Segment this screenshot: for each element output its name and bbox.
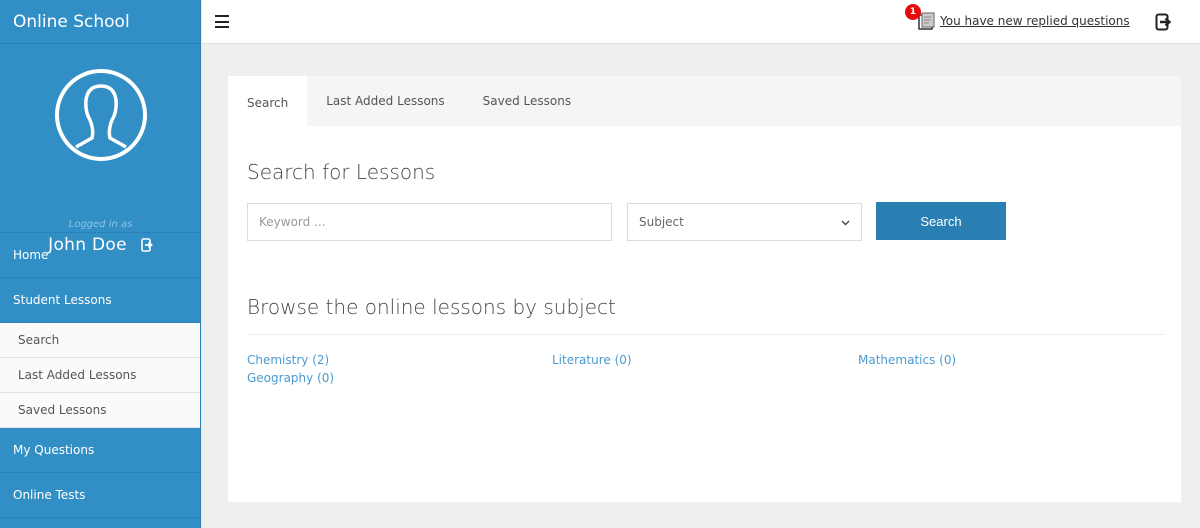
notification-badge: 1: [905, 4, 921, 20]
username: John Doe: [48, 235, 127, 255]
sidebar-item-my-questions[interactable]: My Questions: [0, 428, 200, 473]
sidebar-item-label: Online Tests: [13, 488, 86, 502]
sidebar-item-label: Search: [18, 333, 60, 347]
subject-link-geography[interactable]: Geography (0): [247, 370, 552, 386]
sidebar-item-label: Saved Lessons: [18, 403, 107, 417]
sidebar-item-student-lessons[interactable]: Student Lessons: [0, 278, 200, 323]
sidebar-item-label: Last Added Lessons: [18, 368, 137, 382]
sidebar-item-label: My Questions: [13, 443, 95, 457]
notification-text[interactable]: You have new replied questions: [940, 14, 1130, 28]
subject-link-literature[interactable]: Literature (0): [552, 352, 858, 368]
subject-select[interactable]: Subject: [627, 203, 862, 241]
subject-selected-value: Subject: [639, 215, 684, 229]
document-icon: 1: [905, 4, 936, 30]
subject-link-chemistry[interactable]: Chemistry (2): [247, 352, 552, 368]
sidebar-item-online-tests[interactable]: Online Tests: [0, 473, 200, 518]
subject-list: Chemistry (2) Literature (0) Mathematics…: [247, 352, 1165, 386]
sidebar-subitem-last-added-lessons[interactable]: Last Added Lessons: [0, 358, 200, 393]
hamburger-icon[interactable]: [215, 15, 229, 28]
tab-bar: Search Last Added Lessons Saved Lessons: [228, 76, 1181, 126]
top-bar: 1 You have new replied questions: [202, 0, 1200, 44]
keyword-input[interactable]: [247, 203, 612, 241]
app-title: Online School: [0, 0, 200, 44]
user-circle-icon: [55, 69, 147, 161]
subject-link-mathematics[interactable]: Mathematics (0): [858, 352, 1165, 368]
sidebar-subitem-search[interactable]: Search: [0, 323, 200, 358]
logged-in-label: Logged in as: [68, 219, 133, 230]
sidebar-item-label: Student Lessons: [13, 293, 112, 307]
sidebar-nav: Home Student Lessons Search Last Added L…: [0, 233, 200, 518]
sign-out-icon[interactable]: [1155, 13, 1171, 31]
sign-out-icon[interactable]: [141, 238, 153, 252]
divider: [247, 334, 1165, 335]
tab-search[interactable]: Search: [228, 76, 308, 126]
user-profile: Logged in as John Doe: [0, 44, 200, 255]
notification-link[interactable]: 1 You have new replied questions: [905, 4, 1130, 30]
sidebar-subitem-saved-lessons[interactable]: Saved Lessons: [0, 393, 200, 428]
lessons-panel: Search Last Added Lessons Saved Lessons …: [228, 76, 1181, 502]
browse-heading: Browse the online lessons by subject: [247, 295, 616, 319]
tab-last-added-lessons[interactable]: Last Added Lessons: [307, 76, 463, 126]
sidebar: Online School Logged in as John Doe Home…: [0, 0, 201, 528]
user-row: John Doe: [0, 235, 201, 255]
search-button[interactable]: Search: [876, 202, 1006, 240]
chevron-down-icon: [841, 220, 850, 225]
tab-saved-lessons[interactable]: Saved Lessons: [464, 76, 590, 126]
search-heading: Search for Lessons: [247, 160, 436, 184]
